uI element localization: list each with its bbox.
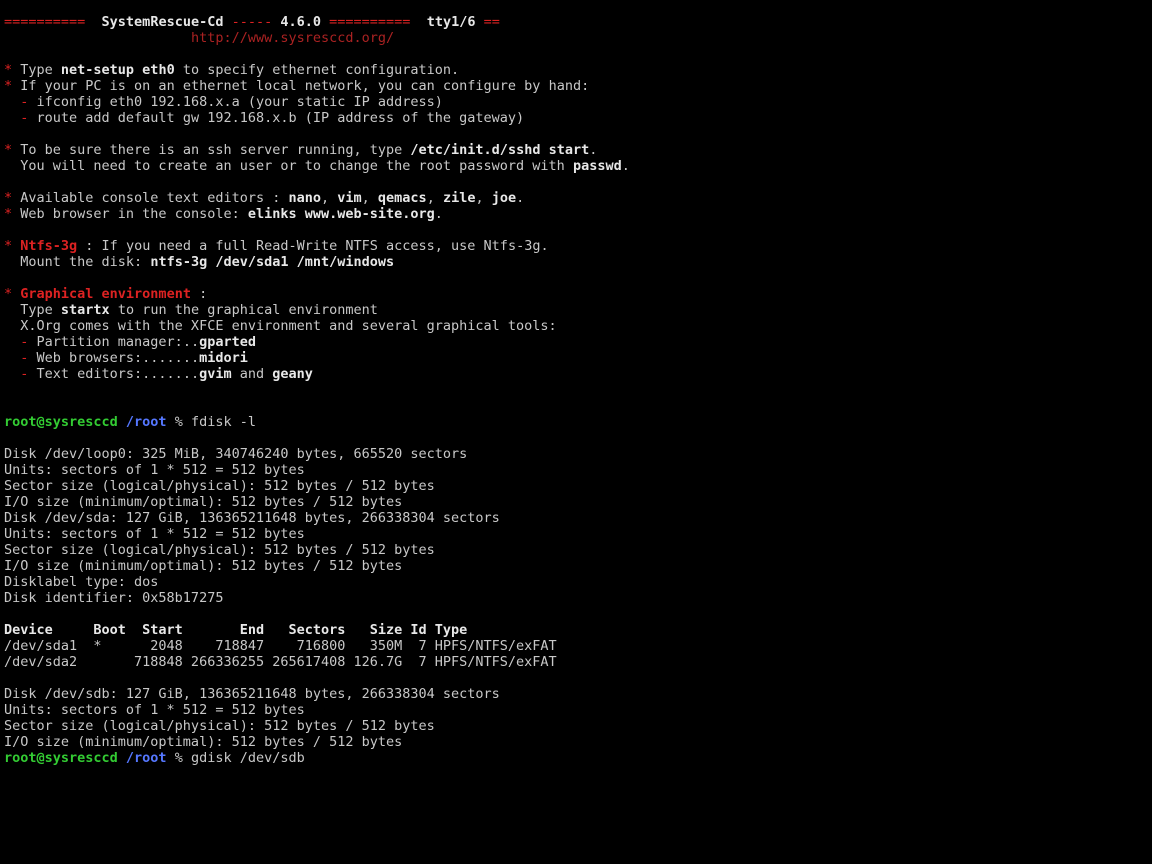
prompt-symbol: % (167, 750, 191, 766)
te-label: Text editors:....... (37, 366, 200, 382)
tip-route: route add default gw 192.168.x.b (IP add… (37, 110, 525, 126)
startx-b: to run the graphical environment (110, 302, 378, 318)
tip-netsetup-a: Type (20, 62, 61, 78)
bullet-icon: * (4, 286, 20, 302)
fdisk-line: Disk /dev/sdb: 127 GiB, 136365211648 byt… (4, 686, 500, 702)
tip-browser-label: Web browser in the console: (20, 206, 248, 222)
graphical-env-label: Graphical environment (20, 286, 191, 302)
tip-editors-label: Available console text editors : (20, 190, 288, 206)
dash-icon: - (4, 110, 37, 126)
startx-cmd: startx (61, 302, 110, 318)
fdisk-line: Disk identifier: 0x58b17275 (4, 590, 223, 606)
te-gvim: gvim (199, 366, 232, 382)
fdisk-line: Sector size (logical/physical): 512 byte… (4, 478, 435, 494)
tip-lan: If your PC is on an ethernet local netwo… (20, 78, 589, 94)
header-url: http://www.sysresccd.org/ (191, 30, 394, 46)
editor-zile: zile (443, 190, 476, 206)
tip-ssh-dot2: . (622, 158, 630, 174)
fdisk-line: Disklabel type: dos (4, 574, 158, 590)
prompt-path: /root (118, 750, 167, 766)
editor-joe: joe (492, 190, 516, 206)
partition-row: /dev/sda1 * 2048 718847 716800 350M 7 HP… (4, 638, 557, 654)
header-version: 4.6.0 (280, 14, 321, 30)
bullet-icon: * (4, 62, 20, 78)
bullet-icon: * (4, 206, 20, 222)
partition-row: /dev/sda2 718848 266336255 265617408 126… (4, 654, 557, 670)
wb-label: Web browsers:....... (37, 350, 200, 366)
ntfs3g-text: : If you need a full Read-Write NTFS acc… (77, 238, 548, 254)
partition-table-header: Device Boot Start End Sectors Size Id Ty… (4, 622, 467, 638)
tip-ssh-a: To be sure there is an ssh server runnin… (20, 142, 410, 158)
fdisk-line: Sector size (logical/physical): 512 byte… (4, 542, 435, 558)
bullet-icon: * (4, 142, 20, 158)
fdisk-line: Disk /dev/sda: 127 GiB, 136365211648 byt… (4, 510, 500, 526)
tip-ssh-dot: . (589, 142, 597, 158)
editor-qemacs: qemacs (378, 190, 427, 206)
fdisk-line: Disk /dev/loop0: 325 MiB, 340746240 byte… (4, 446, 467, 462)
fdisk-line: Units: sectors of 1 * 512 = 512 bytes (4, 462, 305, 478)
ntfs3g-label: Ntfs-3g (20, 238, 77, 254)
pm-label: Partition manager:.. (37, 334, 200, 350)
fdisk-line: I/O size (minimum/optimal): 512 bytes / … (4, 734, 402, 750)
terminal-screen[interactable]: ========== SystemRescue-Cd ----- 4.6.0 =… (0, 0, 1152, 770)
dash-icon: - (4, 350, 37, 366)
te-geany: geany (272, 366, 313, 382)
tip-ssh-cmd: /etc/init.d/sshd start (410, 142, 589, 158)
fdisk-line: I/O size (minimum/optimal): 512 bytes / … (4, 558, 402, 574)
ntfs3g-mount-cmd: ntfs-3g /dev/sda1 /mnt/windows (150, 254, 394, 270)
pm-gparted: gparted (199, 334, 256, 350)
fdisk-line: I/O size (minimum/optimal): 512 bytes / … (4, 494, 402, 510)
bullet-icon: * (4, 190, 20, 206)
tip-netsetup-cmd: net-setup eth0 (61, 62, 175, 78)
header-rule-left: ========== (4, 14, 102, 30)
prompt-userhost: root@sysresccd (4, 414, 118, 430)
tip-ssh-b: You will need to create an user or to ch… (4, 158, 573, 174)
dash-icon: - (4, 94, 37, 110)
ntfs3g-mount-a: Mount the disk: (4, 254, 150, 270)
tip-passwd: passwd (573, 158, 622, 174)
dash-icon: - (4, 334, 37, 350)
prompt-path: /root (118, 414, 167, 430)
dash-icon: - (4, 366, 37, 382)
tip-elinks: elinks www.web-site.org (248, 206, 435, 222)
editor-nano: nano (288, 190, 321, 206)
wb-midori: midori (199, 350, 248, 366)
cmd-gdisk[interactable]: gdisk /dev/sdb (191, 750, 305, 766)
tip-netsetup-b: to specify ethernet configuration. (175, 62, 459, 78)
header-rule-mid: ========== (321, 14, 419, 30)
bullet-icon: * (4, 238, 20, 254)
tip-ifconfig: ifconfig eth0 192.168.x.a (your static I… (37, 94, 443, 110)
prompt-symbol: % (167, 414, 191, 430)
bullet-icon: * (4, 78, 20, 94)
header-rule-end: == (475, 14, 499, 30)
header-tty: tty1/6 (419, 14, 476, 30)
xorg-desc: X.Org comes with the XFCE environment an… (4, 318, 557, 334)
editor-vim: vim (337, 190, 361, 206)
header-title: SystemRescue-Cd (102, 14, 224, 30)
cmd-fdisk[interactable]: fdisk -l (191, 414, 256, 430)
fdisk-line: Sector size (logical/physical): 512 byte… (4, 718, 435, 734)
fdisk-line: Units: sectors of 1 * 512 = 512 bytes (4, 526, 305, 542)
header-sep1: ----- (223, 14, 280, 30)
startx-a: Type (4, 302, 61, 318)
fdisk-line: Units: sectors of 1 * 512 = 512 bytes (4, 702, 305, 718)
prompt-userhost: root@sysresccd (4, 750, 118, 766)
